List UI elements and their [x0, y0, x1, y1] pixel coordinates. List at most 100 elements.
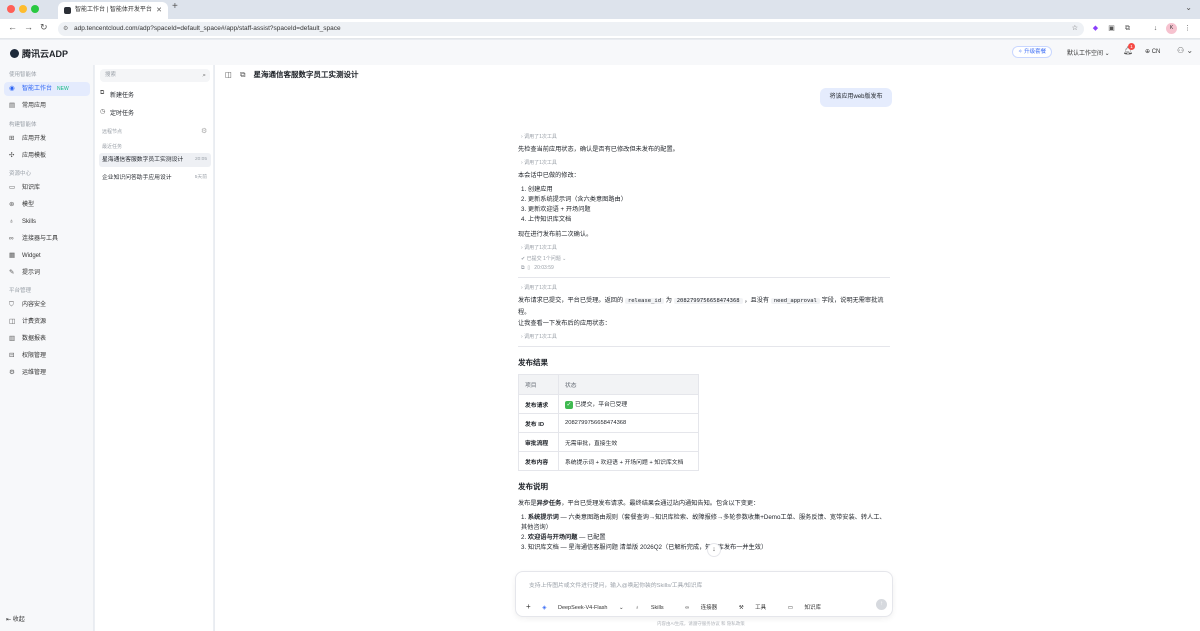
user-message: 将该应用web版发布: [820, 88, 892, 107]
tool-call-toggle[interactable]: › 调用了1次工具: [521, 284, 890, 291]
table-row: 发布内容 系统提示词 + 欢迎语 + 开场问题 + 知识库文档: [518, 451, 699, 471]
sidebar-item-label: 提示词: [22, 270, 41, 276]
section-heading: 发布说明: [518, 482, 548, 491]
task-item[interactable]: 星海通信客服数字员工实测设计 20:05: [99, 153, 211, 167]
table-cell: 发布 ID: [518, 413, 559, 433]
collapse-sidebar-button[interactable]: ⇤ 收起: [6, 614, 25, 623]
file-icon[interactable]: ▯: [527, 265, 530, 271]
url-field[interactable]: ⚙ adp.tencentcloud.com/adp?spaceId=defau…: [58, 22, 1084, 36]
sidebar-item-workbench[interactable]: ◉ 智能工作台 NEW: [4, 82, 90, 96]
knowledge-base-button[interactable]: ▭ 知识库: [788, 605, 831, 611]
sidebar-item-label: Skills: [22, 219, 37, 225]
text-span: 发布是: [518, 500, 537, 507]
message-paragraph: 先检查当前应用状态，确认是否有已修改但未发布的配置。: [518, 146, 679, 153]
book-icon: ▭: [9, 184, 16, 191]
upgrade-button[interactable]: ✧ 升级套餐: [1012, 46, 1053, 58]
task-title: 星海通信客服数字员工实测设计: [102, 157, 184, 163]
message-paragraph: 现在进行发布前二次确认。: [518, 231, 593, 238]
copy-icon[interactable]: ⧉: [521, 265, 525, 271]
confirmation-label: 已提交 1个问题: [526, 256, 561, 262]
sidebar-section-use: 使用智能体: [9, 72, 37, 78]
new-chat-icon[interactable]: ⧉: [240, 70, 245, 79]
confirmation-status[interactable]: ✔ 已提交 1个问题 ⌄: [521, 255, 890, 262]
sidebar-item-templates[interactable]: ✣ 应用模板: [4, 149, 90, 163]
maximize-window-button[interactable]: [31, 5, 39, 13]
minimize-window-button[interactable]: [19, 5, 27, 13]
logo[interactable]: 腾讯云ADP: [10, 47, 68, 60]
composer-input[interactable]: 支持上传图片或文件进行提问，输入@唤起你装的Skills/工具/知识库: [529, 580, 702, 589]
timed-task-button[interactable]: ◷ 定时任务: [100, 108, 134, 117]
sidebar-item-label: 数据报表: [22, 336, 47, 342]
tool-call-toggle[interactable]: › 调用了1次工具: [521, 244, 890, 251]
workbench-icon: ◉: [9, 85, 15, 92]
sidebar-item-prompts[interactable]: ✎ 提示词: [4, 266, 90, 280]
profile-avatar[interactable]: K: [1166, 23, 1177, 34]
tool-call-toggle[interactable]: › 调用了1次工具: [521, 333, 890, 340]
tab-menu-icon[interactable]: ⌄: [1185, 3, 1192, 12]
sidebar-item-skills[interactable]: ♁ Skills: [4, 215, 90, 229]
back-icon[interactable]: ←: [8, 22, 17, 32]
scroll-to-bottom-button[interactable]: ↓: [707, 543, 721, 557]
tool-call-toggle[interactable]: › 调用了1次工具: [521, 133, 890, 140]
text-span: 为: [665, 297, 672, 304]
tool-call-toggle[interactable]: › 调用了1次工具: [521, 159, 890, 166]
link-icon: ∞: [685, 605, 690, 611]
message-composer[interactable]: 支持上传图片或文件进行提问，输入@唤起你装的Skills/工具/知识库 + ◈ …: [515, 571, 893, 617]
sidebar-item-widget[interactable]: ▦ Widget: [4, 249, 90, 263]
sidebar-item-ops[interactable]: ⚙ 运维管理: [4, 366, 90, 380]
sidebar-item-billing[interactable]: ◫ 计费资源: [4, 315, 90, 329]
message-paragraph: 发布是异步任务，平台已受理发布请求。最终结果会通过站内通知告知。包含以下变更：: [518, 498, 890, 509]
language-switch[interactable]: ⊕ CN: [1145, 48, 1160, 55]
sidebar-item-common-apps[interactable]: ▤ 常用应用: [4, 99, 90, 113]
send-button[interactable]: ↑: [876, 599, 887, 610]
workspace-selector[interactable]: 默认工作空间 ⌄: [1067, 48, 1110, 57]
table-row: 审批流程 无需审批，直接生效: [518, 432, 699, 452]
tools-button[interactable]: ⚒ 工具: [739, 605, 776, 611]
sidebar-item-permissions[interactable]: ⊟ 权限管理: [4, 349, 90, 363]
sidebar-item-model[interactable]: ⊛ 模型: [4, 198, 90, 212]
browser-menu-icon[interactable]: ⋮: [1182, 23, 1193, 34]
composer-toolbar: + ◈ DeepSeek-V4-Flash ⌄ ♁ Skills ∞ 连接器 ⚒…: [526, 602, 841, 611]
forward-icon[interactable]: →: [24, 22, 33, 32]
panel-toggle-icon[interactable]: ◫: [225, 70, 232, 79]
add-attachment-icon[interactable]: +: [526, 602, 531, 611]
new-task-button[interactable]: ⧉ 新建任务: [100, 90, 134, 99]
table-header-row: 项目 状态: [518, 374, 699, 395]
message-timestamp: 20:03:59: [534, 265, 554, 271]
text-span: 发布请求已提交，平台已受理。返回的: [518, 297, 624, 304]
skills-button[interactable]: ♁ Skills: [635, 605, 674, 611]
extension-icon[interactable]: ◆: [1090, 23, 1101, 34]
table-row: 发布请求 ✓ 已提交，平台已受理: [518, 394, 699, 414]
text-span: 1.: [521, 514, 528, 521]
sidebar-item-reports[interactable]: ▥ 数据报表: [4, 332, 90, 346]
bold-text: 系统提示词: [527, 514, 559, 521]
download-icon[interactable]: ↓: [1150, 23, 1161, 34]
sidebar-item-knowledge-base[interactable]: ▭ 知识库: [4, 181, 90, 195]
close-tab-icon[interactable]: ✕: [156, 2, 162, 19]
model-selector[interactable]: ◈ DeepSeek-V4-Flash ⌄: [542, 605, 623, 611]
prompt-icon: ✎: [9, 269, 15, 276]
reload-icon[interactable]: ↻: [40, 22, 48, 33]
extension-doc-icon[interactable]: ▣: [1106, 23, 1117, 34]
task-search-input[interactable]: 搜索 ⌕: [100, 69, 210, 82]
scrollbar[interactable]: [1193, 68, 1197, 628]
new-tab-button[interactable]: +: [172, 1, 178, 12]
sidebar-item-app-dev[interactable]: ⊞ 应用开发: [4, 132, 90, 146]
browser-tab[interactable]: 智能工作台 | 智能体开发平台 ✕: [58, 2, 168, 19]
connector-button[interactable]: ∞ 连接器: [685, 605, 727, 611]
remote-nodes-heading: 远程节点: [102, 129, 123, 135]
list-item: 3. 更新欢迎语 + 开场问题: [521, 206, 591, 213]
close-window-button[interactable]: [7, 5, 15, 13]
grid-icon: ⊞: [9, 135, 15, 142]
bookmark-star-icon[interactable]: ☆: [1072, 22, 1078, 36]
sidebar-item-content-safety[interactable]: ⛉ 内容安全: [4, 298, 90, 312]
inline-code: 2082799756658474368: [673, 298, 743, 304]
site-info-icon[interactable]: ⚙: [63, 22, 68, 36]
extensions-puzzle-icon[interactable]: ⧉: [1122, 23, 1133, 34]
gear-icon[interactable]: ⚙: [201, 127, 207, 135]
task-item[interactable]: 企业知识问答助手应用设计 5天前: [99, 171, 211, 185]
billing-icon: ◫: [9, 318, 16, 325]
user-menu-icon[interactable]: ⚇ ⌄: [1177, 46, 1193, 55]
globe-icon: ⊕: [1145, 49, 1151, 55]
sidebar-item-connectors[interactable]: ∞ 连接器与工具: [4, 232, 90, 246]
